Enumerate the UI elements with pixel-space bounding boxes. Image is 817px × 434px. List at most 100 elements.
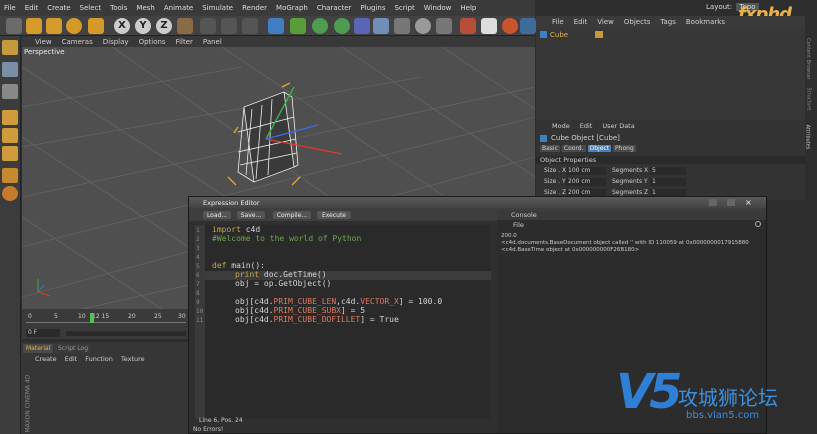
material-menu-function[interactable]: Function: [85, 355, 113, 363]
side-tab-structure[interactable]: Structure: [806, 87, 812, 110]
om-menu-bookmarks[interactable]: Bookmarks: [686, 18, 725, 26]
playhead[interactable]: [90, 313, 94, 323]
maximize-icon[interactable]: [727, 199, 735, 206]
execute-button[interactable]: Execute: [317, 211, 351, 219]
attr-menu-edit[interactable]: Edit: [580, 122, 593, 130]
viewport-menu-options[interactable]: Options: [139, 38, 166, 46]
light-icon[interactable]: [415, 18, 431, 34]
object-mode-icon[interactable]: [2, 62, 18, 77]
om-menu-file[interactable]: File: [552, 18, 564, 26]
axis-mode-icon[interactable]: [2, 168, 18, 183]
menu-character[interactable]: Character: [317, 4, 352, 12]
points-mode-icon[interactable]: [2, 110, 18, 125]
menu-animate[interactable]: Animate: [164, 4, 193, 12]
cube-object-icon[interactable]: [268, 18, 284, 34]
floor-icon[interactable]: [373, 18, 389, 34]
polygons-mode-icon[interactable]: [2, 146, 18, 161]
om-menu-edit[interactable]: Edit: [574, 18, 588, 26]
menu-plugins[interactable]: Plugins: [360, 4, 385, 12]
frame-field[interactable]: 0 F: [26, 329, 60, 337]
tab-object[interactable]: Object: [587, 145, 612, 152]
tab-coord[interactable]: Coord.: [561, 145, 586, 152]
menu-tools[interactable]: Tools: [110, 4, 127, 12]
model-mode-icon[interactable]: [2, 40, 18, 55]
segments-x-field[interactable]: 5: [650, 167, 686, 175]
edges-mode-icon[interactable]: [2, 128, 18, 143]
menu-edit[interactable]: Edit: [25, 4, 39, 12]
cinema-logo-icon[interactable]: [502, 18, 518, 34]
load-button[interactable]: Load...: [203, 211, 231, 219]
side-tab-content-browser[interactable]: Content Browser: [805, 38, 811, 80]
object-row-cube[interactable]: Cube: [540, 30, 630, 39]
texture-mode-icon[interactable]: [2, 84, 18, 99]
camera-icon[interactable]: [394, 18, 410, 34]
menu-simulate[interactable]: Simulate: [202, 4, 233, 12]
side-tab-attributes[interactable]: Attributes: [804, 125, 810, 150]
z-axis-lock-icon[interactable]: Z: [156, 18, 172, 34]
material-menu-edit[interactable]: Edit: [65, 355, 78, 363]
layout-icon[interactable]: [481, 18, 497, 34]
x-axis-lock-icon[interactable]: X: [114, 18, 130, 34]
array-icon[interactable]: [334, 18, 350, 34]
viewport-menu-view[interactable]: View: [35, 38, 52, 46]
attr-menu-mode[interactable]: Mode: [552, 122, 570, 130]
menu-script[interactable]: Script: [394, 4, 414, 12]
menu-window[interactable]: Window: [424, 4, 452, 12]
timeline-scroll[interactable]: [66, 331, 186, 336]
tick-label: 12 15: [92, 313, 110, 320]
help-icon[interactable]: [520, 18, 536, 34]
material-menu-texture[interactable]: Texture: [121, 355, 145, 363]
rotate-tool-icon[interactable]: [66, 18, 82, 34]
deformer-icon[interactable]: [354, 18, 370, 34]
save-button[interactable]: Save...: [237, 211, 265, 219]
spline-pen-icon[interactable]: [290, 18, 306, 34]
tab-material[interactable]: Material: [23, 344, 54, 353]
tab-basic[interactable]: Basic: [540, 145, 560, 152]
console-menu-file[interactable]: File: [513, 221, 524, 229]
undo-icon[interactable]: [6, 18, 22, 34]
python-tag-icon[interactable]: [595, 31, 604, 38]
scale-tool-icon[interactable]: [46, 18, 62, 34]
om-menu-tags[interactable]: Tags: [660, 18, 676, 26]
menu-mesh[interactable]: Mesh: [136, 4, 154, 12]
move-tool-icon[interactable]: [26, 18, 42, 34]
console-settings-icon[interactable]: [755, 221, 761, 227]
menu-render[interactable]: Render: [242, 4, 267, 12]
code-editor[interactable]: 1 2 3 4 5 6 7 8 9 10 11 import c4d #Welc…: [195, 225, 491, 419]
menu-select[interactable]: Select: [80, 4, 102, 12]
minimize-icon[interactable]: [709, 199, 717, 206]
render-picture-icon[interactable]: [221, 18, 237, 34]
segments-y-field[interactable]: 1: [650, 178, 686, 186]
render-settings-icon[interactable]: [242, 18, 258, 34]
viewport-menu-display[interactable]: Display: [103, 38, 129, 46]
menu-file[interactable]: File: [4, 4, 16, 12]
compile-button[interactable]: Compile...: [273, 211, 311, 219]
viewport-menu-filter[interactable]: Filter: [176, 38, 193, 46]
viewport-menu-cameras[interactable]: Cameras: [62, 38, 93, 46]
add-tool-icon[interactable]: [88, 18, 104, 34]
editor-titlebar[interactable]: Expression Editor ×: [189, 197, 766, 208]
cube-wireframe: [237, 91, 299, 183]
subdivision-icon[interactable]: [312, 18, 328, 34]
attr-menu-user-data[interactable]: User Data: [602, 122, 634, 130]
menu-mograph[interactable]: MoGraph: [276, 4, 308, 12]
render-view-icon[interactable]: [200, 18, 216, 34]
timeline[interactable]: 0 5 10 12 15 20 25 30 0 F: [22, 309, 188, 339]
size-y-field[interactable]: 200 cm: [566, 178, 606, 186]
menu-help[interactable]: Help: [460, 4, 476, 12]
world-coord-icon[interactable]: [177, 18, 193, 34]
menu-create[interactable]: Create: [47, 4, 70, 12]
tab-script-log[interactable]: Script Log: [55, 344, 92, 353]
close-icon[interactable]: ×: [745, 198, 752, 207]
material-menu-create[interactable]: Create: [35, 355, 57, 363]
sky-icon[interactable]: [436, 18, 452, 34]
om-menu-objects[interactable]: Objects: [624, 18, 650, 26]
timeline-ruler[interactable]: 0 5 10 12 15 20 25 30: [26, 313, 186, 323]
script-icon[interactable]: [460, 18, 476, 34]
tab-phong[interactable]: Phong: [613, 145, 636, 152]
om-menu-view[interactable]: View: [597, 18, 614, 26]
viewport-menu-panel[interactable]: Panel: [203, 38, 222, 46]
size-x-field[interactable]: 100 cm: [566, 167, 606, 175]
snap-icon[interactable]: [2, 186, 18, 201]
y-axis-lock-icon[interactable]: Y: [135, 18, 151, 34]
